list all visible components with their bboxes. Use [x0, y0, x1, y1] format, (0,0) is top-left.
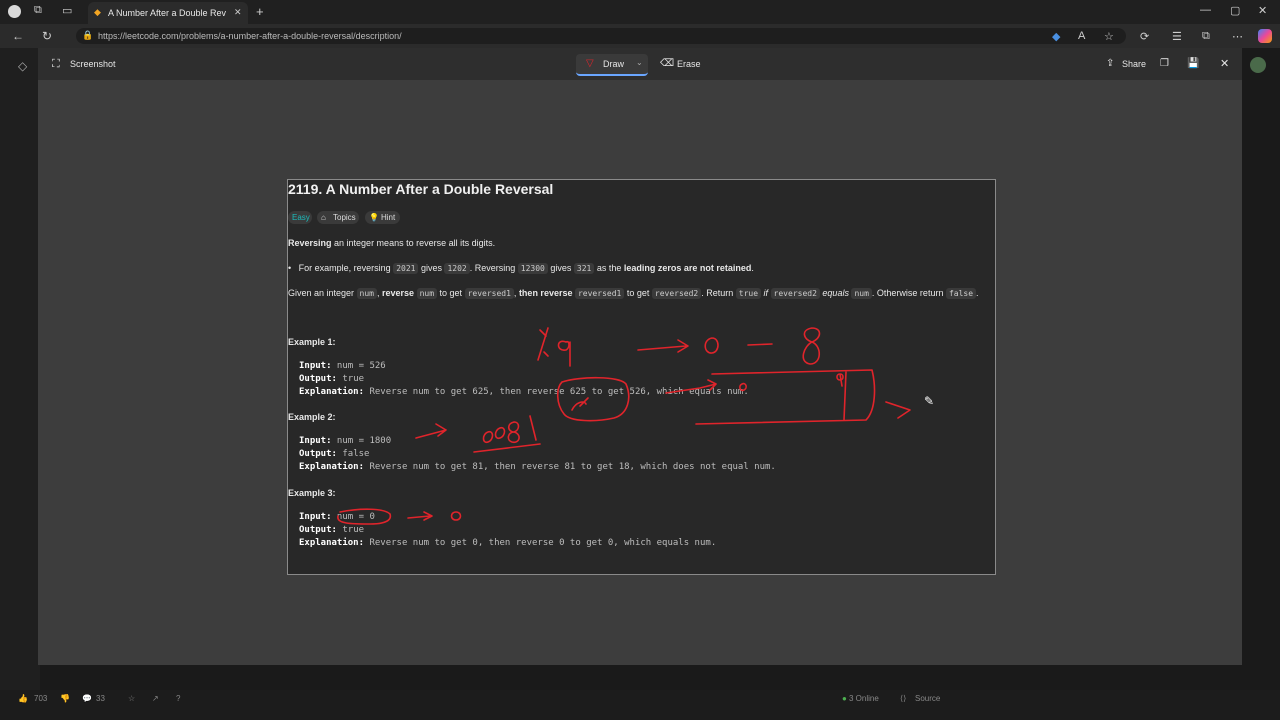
ink-box [695, 369, 876, 425]
ink-nine-box [836, 373, 844, 387]
ink-arrow-3 [885, 401, 911, 419]
ink-zero-2 [450, 511, 462, 521]
ink-scribble [571, 397, 589, 411]
ink-arrow-5 [407, 511, 433, 521]
pen-cursor-icon: ✎ [924, 394, 935, 408]
ink-eight [802, 327, 821, 365]
ink-small-zero [739, 382, 747, 392]
ink-0081 [473, 415, 541, 453]
ink-circle-625 [556, 376, 630, 422]
ink-arrow-2 [665, 379, 717, 394]
ink-arrow-1 [637, 339, 689, 353]
ink-annotations [337, 327, 911, 525]
ink-circle-num0 [337, 508, 392, 525]
ink-zero-1 [704, 337, 719, 354]
ink-arrow-4 [415, 423, 447, 439]
ink-dash [747, 343, 773, 346]
ink-percent-nine [537, 327, 571, 367]
